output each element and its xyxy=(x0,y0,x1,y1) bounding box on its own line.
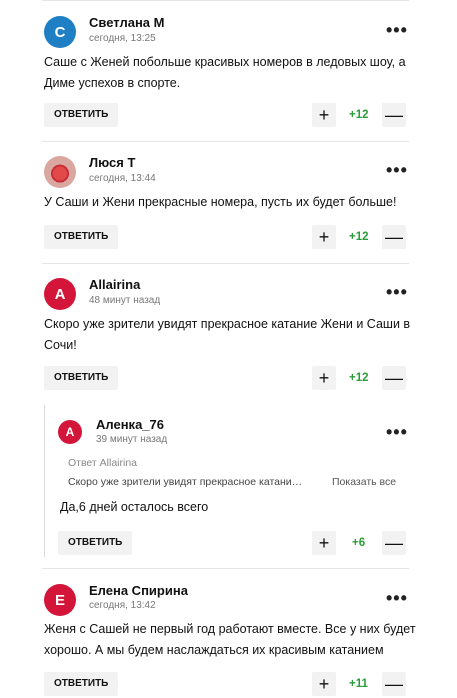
downvote-button[interactable]: — xyxy=(382,672,406,696)
author-name[interactable]: Светлана М xyxy=(89,15,164,30)
author-name[interactable]: Люся Т xyxy=(89,155,135,170)
reply-button[interactable]: ОТВЕТИТЬ xyxy=(44,103,119,127)
comment-text-line: Саше с Женей побольше красивых номеров в… xyxy=(44,55,406,69)
comment-text: Женя с Сашей не первый год работают вмес… xyxy=(44,619,416,661)
author-name[interactable]: Елена Спирина xyxy=(89,583,188,598)
comment-time: 48 минут назад xyxy=(89,295,161,306)
comment-text-line: У Саши и Жени прекрасные номера, пусть и… xyxy=(44,195,397,209)
quote-author[interactable]: Ответ Allairina xyxy=(68,457,137,469)
comment-text-line: Да,6 дней осталось всего xyxy=(60,500,209,514)
upvote-button[interactable]: + xyxy=(312,103,336,127)
comment-time: сегодня, 13:44 xyxy=(89,173,156,184)
comment-text: Скоро уже зрители увидят прекрасное ката… xyxy=(44,314,410,356)
comment-time: сегодня, 13:25 xyxy=(89,33,156,44)
comment-text-line: Женя с Сашей не первый год работают вмес… xyxy=(44,622,416,636)
comment-text-line: Сочи! xyxy=(44,338,77,352)
vote-count: +11 xyxy=(349,678,368,690)
vote-count: +12 xyxy=(349,109,369,121)
comment-time: сегодня, 13:42 xyxy=(89,600,156,611)
divider xyxy=(42,0,409,1)
avatar[interactable]: А xyxy=(58,420,82,444)
reply-button[interactable]: ОТВЕТИТЬ xyxy=(44,672,119,696)
more-menu-icon[interactable]: ••• xyxy=(386,422,408,443)
downvote-button[interactable]: — xyxy=(382,225,406,249)
comment-text-line: хорошо. А мы будем наслаждаться их краси… xyxy=(44,643,384,657)
divider xyxy=(42,141,409,142)
comment-text: У Саши и Жени прекрасные номера, пусть и… xyxy=(44,192,396,213)
downvote-button[interactable]: — xyxy=(382,103,406,127)
reply-button[interactable]: ОТВЕТИТЬ xyxy=(44,366,119,390)
downvote-button[interactable]: — xyxy=(382,366,406,390)
author-name[interactable]: Allairina xyxy=(89,277,140,292)
avatar[interactable]: С xyxy=(44,16,76,48)
comment-text-line: Скоро уже зрители увидят прекрасное ката… xyxy=(44,317,411,331)
upvote-button[interactable]: + xyxy=(312,225,336,249)
vote-count: +6 xyxy=(352,537,366,549)
reply-button[interactable]: ОТВЕТИТЬ xyxy=(44,225,119,249)
avatar[interactable]: A xyxy=(44,278,76,310)
upvote-button[interactable]: + xyxy=(312,531,336,555)
divider xyxy=(42,568,409,569)
quoted-text: Скоро уже зрители увидят прекрасное ката… xyxy=(68,476,303,488)
more-menu-icon[interactable]: ••• xyxy=(386,160,408,181)
rose-icon[interactable] xyxy=(44,156,76,188)
upvote-button[interactable]: + xyxy=(312,366,336,390)
more-menu-icon[interactable]: ••• xyxy=(386,20,408,41)
author-name[interactable]: Аленка_76 xyxy=(96,417,164,432)
comment-time: 39 минут назад xyxy=(96,434,168,445)
reply-button[interactable]: ОТВЕТИТЬ xyxy=(58,531,133,555)
downvote-button[interactable]: — xyxy=(382,531,406,555)
comment-text: Да,6 дней осталось всего xyxy=(60,497,208,518)
upvote-button[interactable]: + xyxy=(312,672,336,696)
vote-count: +12 xyxy=(349,231,369,243)
vote-count: +12 xyxy=(349,372,369,384)
comment-text: Саше с Женей побольше красивых номеров в… xyxy=(44,52,406,94)
thread-line xyxy=(44,405,45,557)
more-menu-icon[interactable]: ••• xyxy=(386,588,408,609)
more-menu-icon[interactable]: ••• xyxy=(386,282,408,303)
show-all-link[interactable]: Показать все xyxy=(332,476,396,488)
divider xyxy=(42,263,409,264)
avatar[interactable]: Е xyxy=(44,584,76,616)
comment-text-line: Диме успехов в спорте. xyxy=(44,76,181,90)
